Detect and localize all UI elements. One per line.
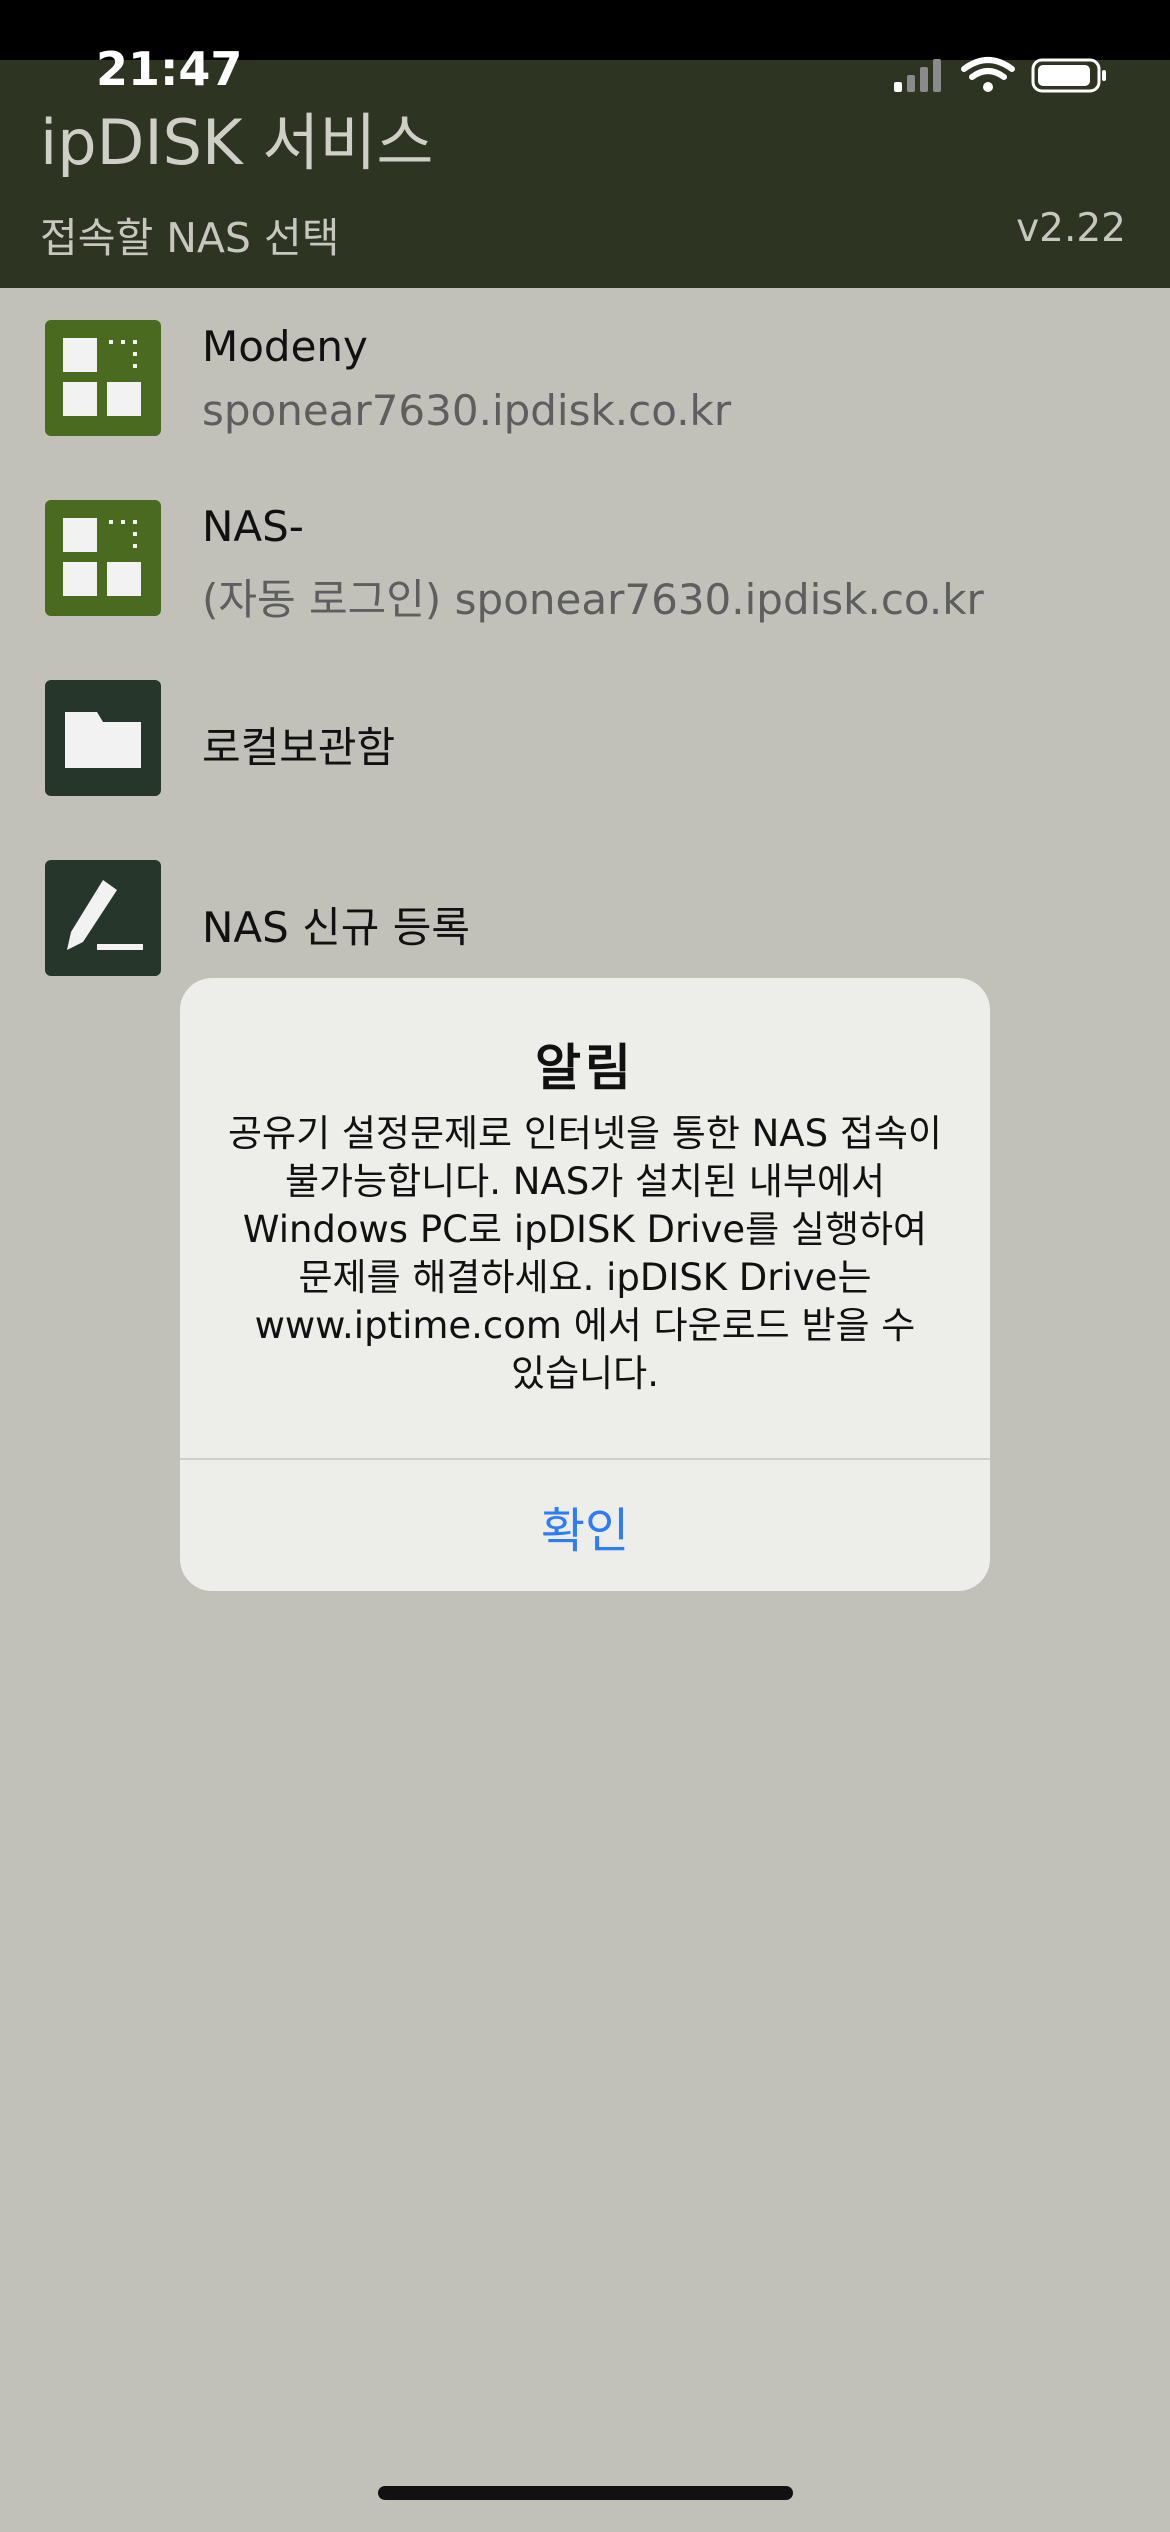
cellular-signal-icon	[894, 59, 941, 92]
alert-message-line: Windows PC로 ipDISK Drive를 실행하여	[242, 1208, 928, 1251]
nas-name: NAS-	[202, 502, 304, 551]
alert-message-line: 공유기 설정문제로 인터넷을 통한 NAS 접속이	[228, 1112, 942, 1155]
local-storage-label: 로컬보관함	[202, 723, 396, 772]
nas-address: (자동 로그인) sponear7630.ipdisk.co.kr	[202, 575, 984, 624]
register-nas-label: NAS 신규 등록	[202, 903, 471, 952]
app-title: ipDISK 서비스	[40, 106, 434, 179]
page-subtitle: 접속할 NAS 선택	[40, 214, 340, 262]
local-storage-item[interactable]: 로컬보관함	[0, 648, 1170, 828]
pen-icon	[45, 860, 161, 976]
alert-message-line: www.iptime.com 에서 다운로드 받을 수	[254, 1304, 916, 1347]
alert-dialog: 알림 공유기 설정문제로 인터넷을 통한 NAS 접속이 불가능합니다. NAS…	[180, 978, 990, 1591]
nas-address: sponear7630.ipdisk.co.kr	[202, 386, 732, 435]
alert-message-line: 문제를 해결하세요. ipDISK Drive는	[298, 1256, 872, 1299]
nas-grid-icon	[45, 320, 161, 436]
nas-item-modeny[interactable]: Modeny sponear7630.ipdisk.co.kr	[0, 288, 1170, 468]
wifi-icon	[961, 57, 1015, 92]
alert-message: 공유기 설정문제로 인터넷을 통한 NAS 접속이 불가능합니다. NAS가 설…	[220, 1110, 950, 1398]
nas-item-nas[interactable]: NAS- (자동 로그인) sponear7630.ipdisk.co.kr	[0, 468, 1170, 648]
confirm-button[interactable]: 확인	[180, 1460, 990, 1591]
version-label: v2.22	[1016, 206, 1126, 251]
home-indicator[interactable]	[378, 2486, 793, 2500]
nas-grid-icon	[45, 500, 161, 616]
nas-name: Modeny	[202, 322, 368, 371]
alert-message-line: 있습니다.	[511, 1352, 659, 1395]
battery-icon	[1031, 58, 1106, 93]
folder-icon	[45, 680, 161, 796]
alert-title: 알림	[535, 1039, 635, 1097]
status-time: 21:47	[96, 42, 243, 96]
alert-message-line: 불가능합니다. NAS가 설치된 내부에서	[284, 1160, 886, 1203]
status-icons	[894, 55, 1114, 99]
